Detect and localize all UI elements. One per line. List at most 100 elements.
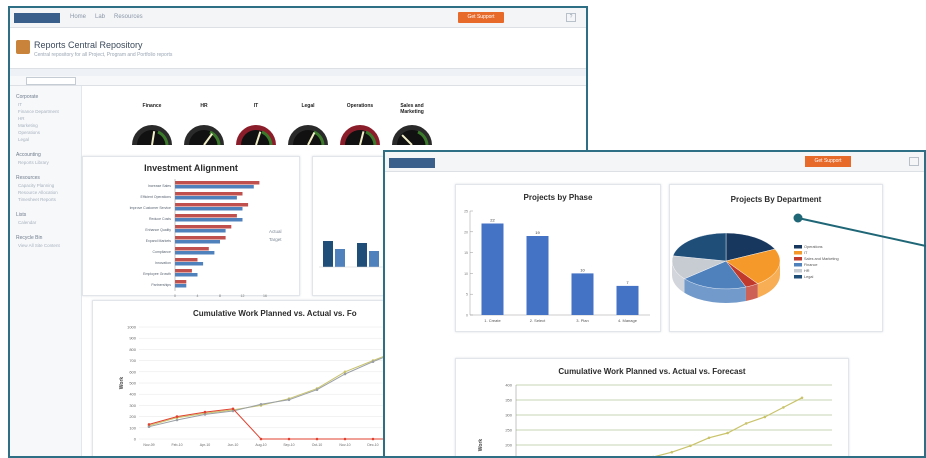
front-y-tick-label: 400	[505, 383, 512, 388]
projects-by-department-chart: Operations IT Sales and Marketing Finance HR…	[671, 232, 839, 303]
page-subtitle: Central repository for all Project, Prog…	[34, 52, 173, 58]
gauge-label: Operations	[346, 103, 374, 109]
sidebar-heading[interactable]: Corporate	[16, 94, 38, 100]
toolbar-dropdown[interactable]	[26, 77, 76, 85]
x-tick-label: Nov-09	[143, 443, 154, 447]
investment-category-label: Employee Growth	[143, 272, 171, 276]
investment-bar	[175, 181, 260, 185]
dashboard-window: Get Support Projects by Phase 0 5 10 15 20 25…	[383, 150, 926, 458]
phase-bar	[481, 223, 504, 315]
phase-category-label: 4. Manage	[618, 318, 638, 323]
pie-legend-label: Operations	[804, 245, 823, 249]
cumulative-point	[315, 388, 319, 391]
nav-lab[interactable]: Lab	[95, 14, 105, 20]
pie-legend-swatch	[794, 257, 802, 261]
phase-y-label: 10	[464, 272, 468, 276]
investment-bar	[175, 236, 226, 240]
pie-legend-swatch	[794, 245, 802, 249]
y-tick-label: 200	[129, 414, 136, 419]
investment-bar	[175, 218, 243, 222]
front-series-point	[763, 415, 767, 419]
x-tick-label: Dec-10	[367, 443, 378, 447]
pie-legend-label: HR	[804, 269, 810, 273]
gauge-dial	[236, 125, 276, 145]
sidebar-item[interactable]: Reports Library	[18, 160, 49, 165]
investment-bar	[175, 247, 209, 251]
investment-bar	[175, 284, 187, 288]
y-tick-label: 700	[129, 358, 136, 363]
front-y-axis-label: Work	[478, 439, 484, 452]
cumulative-point	[147, 425, 151, 428]
cumulative-point	[343, 372, 347, 376]
front-y-tick-label: 300	[505, 413, 512, 418]
front-series-line	[654, 397, 803, 456]
pie-legend-swatch	[794, 275, 802, 279]
toolbar	[10, 76, 586, 86]
investment-bar	[175, 240, 220, 244]
sidebar-heading[interactable]: Recycle Bin	[16, 235, 42, 241]
front-get-support-button[interactable]: Get Support	[805, 156, 851, 167]
cumulative-point	[147, 423, 151, 426]
sidebar-item[interactable]: Finance Department	[18, 109, 59, 114]
front-series-point	[707, 436, 711, 440]
front-series-point	[782, 406, 785, 409]
phase-y-label: 25	[464, 210, 468, 214]
cumulative-point	[287, 437, 291, 441]
phase-category-label: 3. Plan	[576, 318, 588, 323]
cumulative-point	[315, 437, 319, 441]
y-tick-label: 400	[129, 392, 136, 397]
phase-data-label: 22	[490, 218, 495, 223]
sidebar-item[interactable]: HR	[18, 116, 25, 121]
phase-bar	[616, 285, 639, 315]
phase-category-label: 1. Create	[484, 318, 501, 323]
cumulative-card-front: Cumulative Work Planned vs. Actual vs. F…	[455, 358, 849, 456]
sidebar-heading[interactable]: Accounting	[16, 152, 41, 158]
cumulative-point	[343, 437, 347, 441]
front-y-tick-label: 350	[505, 398, 512, 403]
help-icon[interactable]: ?	[566, 13, 576, 22]
front-app-logo[interactable]	[389, 158, 435, 168]
x-tick-label: Jun-10	[228, 443, 239, 447]
sidebar-heading[interactable]: Lists	[16, 212, 26, 218]
sidebar-item[interactable]: Operations	[18, 130, 40, 135]
nav-home[interactable]: Home	[70, 14, 86, 20]
phase-y-label: 5	[466, 293, 468, 297]
app-logo[interactable]	[14, 13, 60, 23]
front-series-point	[689, 444, 692, 448]
sidebar-item[interactable]: Timesheet Reports	[18, 197, 56, 202]
investment-category-label: Efficient Operations	[141, 195, 172, 199]
sidebar-item[interactable]: Legal	[18, 137, 29, 142]
get-support-button[interactable]: Get Support	[458, 12, 504, 23]
sidebar-item[interactable]: Marketing	[18, 123, 38, 128]
sidebar-item[interactable]: Calendar	[18, 220, 36, 225]
pie-legend-label: IT	[804, 251, 808, 255]
front-top-bar: Get Support	[385, 152, 924, 172]
phase-data-label: 10	[580, 267, 585, 272]
investment-category-label: Improve Customer Service	[130, 206, 171, 210]
pie-legend-swatch	[794, 263, 802, 267]
cumulative-point	[259, 403, 263, 406]
page-title: Reports Central Repository	[34, 40, 143, 50]
pie-legend-label: Finance	[804, 263, 818, 267]
phase-y-label: 0	[466, 314, 468, 318]
investment-bar	[175, 207, 243, 211]
x-tick-label: Apr-10	[200, 443, 211, 447]
sidebar-item[interactable]: View All Site Content	[18, 243, 60, 248]
legend-actual: Actual	[269, 229, 282, 234]
phase-data-label: 19	[535, 230, 540, 235]
sidebar-heading[interactable]: Resources	[16, 175, 40, 181]
quick-launch-sidebar: Corporate IT Finance Department HR Marketing…	[10, 86, 82, 456]
gauge-dial	[132, 125, 172, 145]
gauge-dial	[392, 125, 432, 145]
front-series-point	[744, 422, 748, 425]
nav-resources[interactable]: Resources	[114, 14, 143, 20]
investment-category-label: Innovation	[155, 261, 171, 265]
front-help-icon[interactable]	[909, 157, 919, 166]
y-tick-label: 800	[129, 347, 136, 352]
sidebar-item[interactable]: Capacity Planning	[18, 183, 54, 188]
sidebar-item[interactable]: IT	[18, 102, 22, 107]
front-series-point	[800, 396, 804, 400]
sidebar-item[interactable]: Resource Allocation	[18, 190, 58, 195]
front-y-tick-label: 200	[505, 443, 512, 448]
investment-bar	[175, 251, 215, 255]
